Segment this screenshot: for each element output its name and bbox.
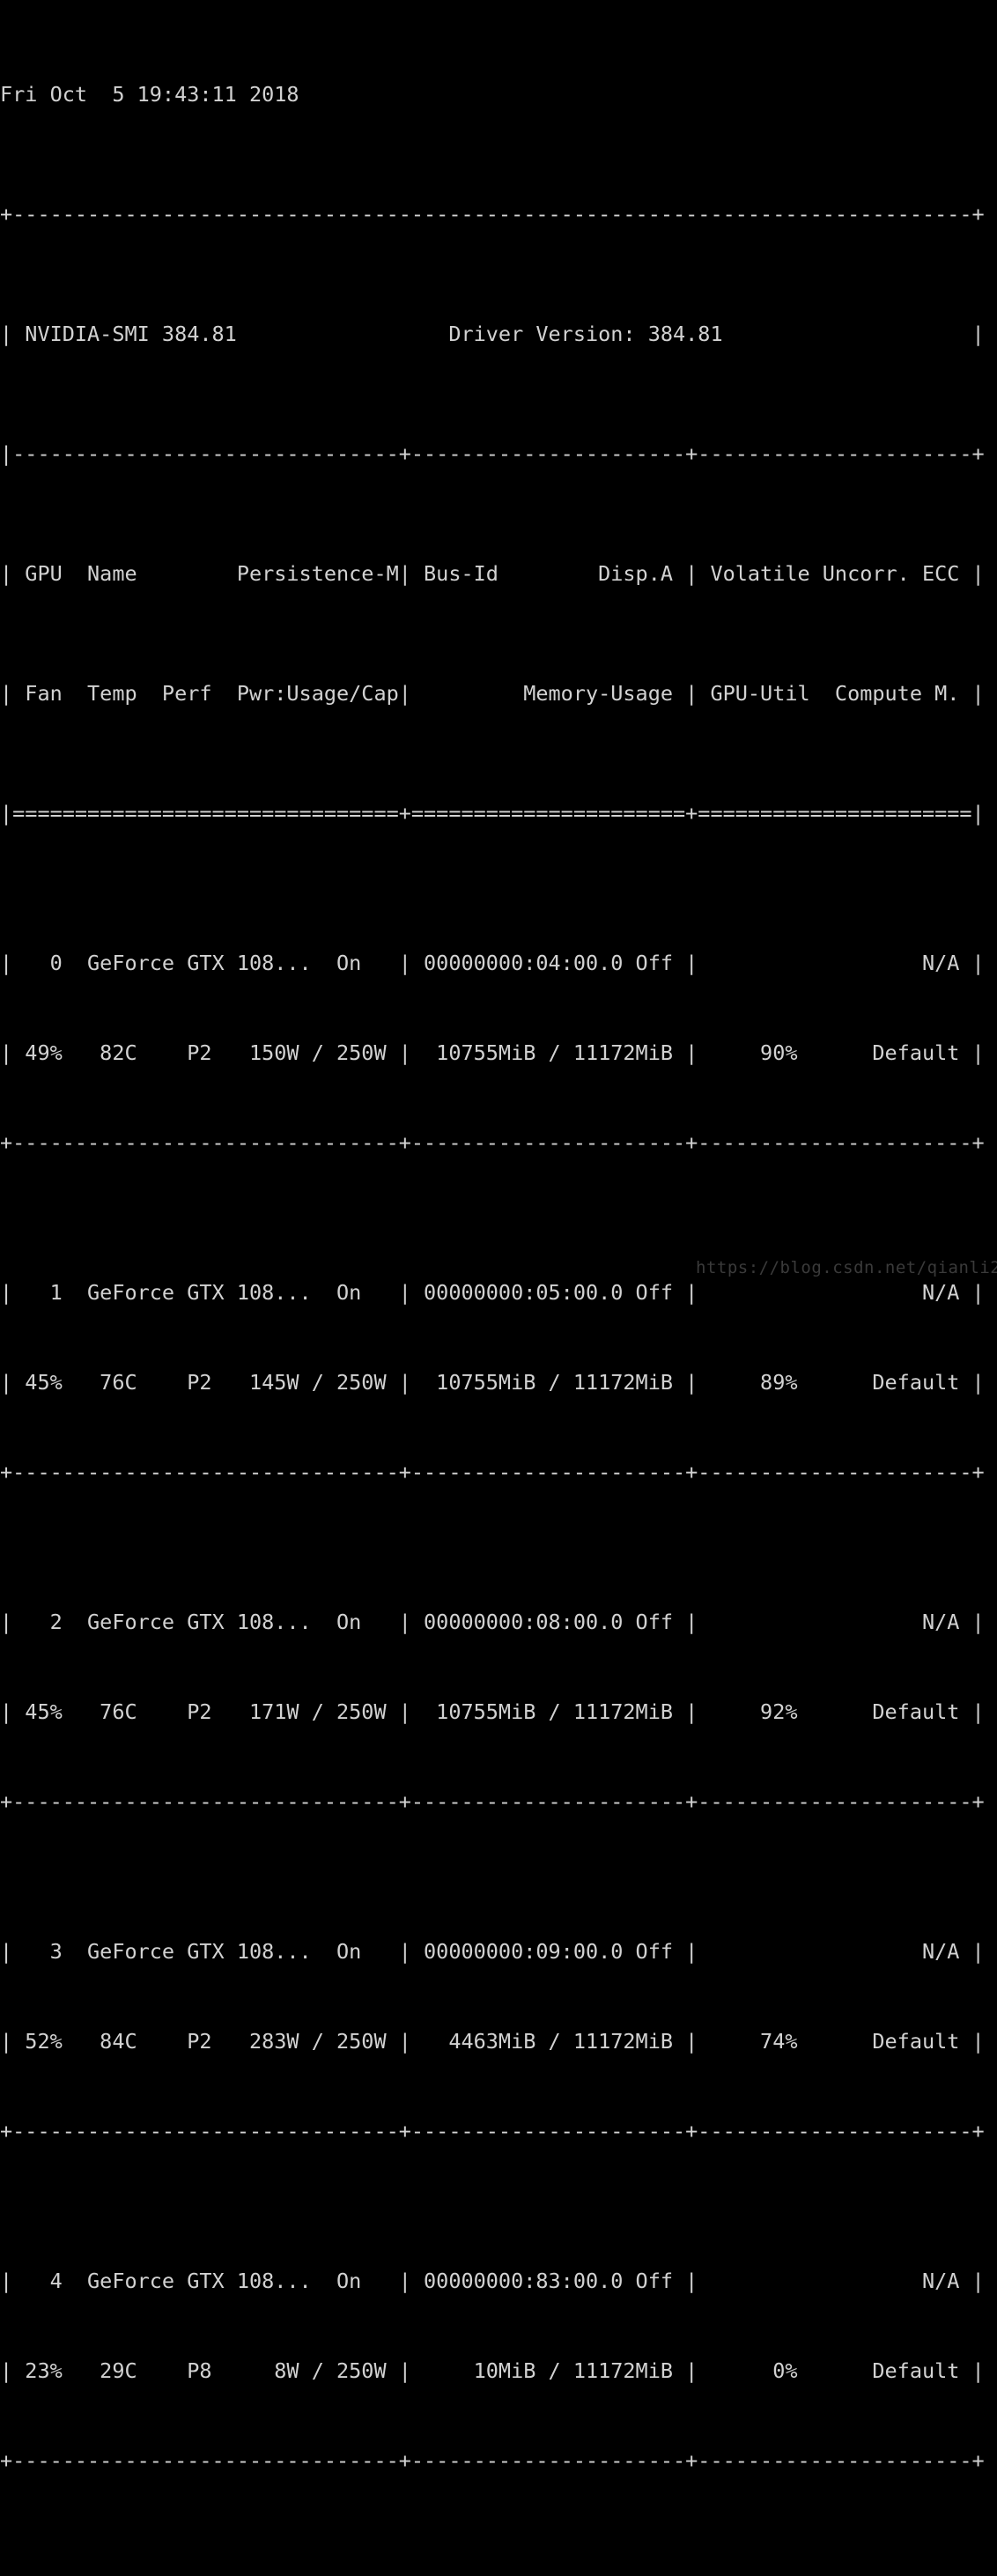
gpu-row-line2: | 23% 29C P8 8W / 250W | 10MiB / 11172Mi…: [0, 2358, 985, 2383]
gpu-row-line1: | 0 GeForce GTX 108... On | 00000000:04:…: [0, 951, 985, 975]
gpu-row-line2: | 45% 76C P2 171W / 250W | 10755MiB / 11…: [0, 1699, 985, 1724]
gpu-row-line1: | 3 GeForce GTX 108... On | 00000000:09:…: [0, 1939, 985, 1964]
terminal-window: Fri Oct 5 19:43:11 2018 +---------------…: [0, 0, 997, 2473]
column-header-row-2: | Fan Temp Perf Pwr:Usage/Cap| Memory-Us…: [0, 681, 985, 706]
gpu-row-divider: +-------------------------------+-------…: [0, 1130, 985, 1155]
table-top-border: +---------------------------------------…: [0, 202, 985, 226]
gpu-row-line2: | 52% 84C P2 283W / 250W | 4463MiB / 111…: [0, 2029, 985, 2054]
smi-version-line: | NVIDIA-SMI 384.81 Driver Version: 384.…: [0, 322, 985, 346]
gpu-row-divider: +-------------------------------+-------…: [0, 2448, 985, 2473]
gpu-row-line1: | 4 GeForce GTX 108... On | 00000000:83:…: [0, 2269, 985, 2293]
gpu-row-line2: | 45% 76C P2 145W / 250W | 10755MiB / 11…: [0, 1370, 985, 1395]
gpu-row-line2: | 49% 82C P2 150W / 250W | 10755MiB / 11…: [0, 1040, 985, 1065]
timestamp-line: Fri Oct 5 19:43:11 2018: [0, 82, 299, 107]
gpu-row-divider: +-------------------------------+-------…: [0, 1789, 985, 1814]
column-header-row-1: | GPU Name Persistence-M| Bus-Id Disp.A …: [0, 561, 985, 586]
gpu-row-line1: | 2 GeForce GTX 108... On | 00000000:08:…: [0, 1610, 985, 1634]
gpu-row-divider: +-------------------------------+-------…: [0, 2119, 985, 2143]
gpu-row-divider: +-------------------------------+-------…: [0, 1460, 985, 1484]
watermark-text: https://blog.csdn.net/qianli22221: [696, 1258, 997, 1277]
header-heavy-divider: |===============================+=======…: [0, 801, 985, 825]
header-divider: |-------------------------------+-------…: [0, 441, 985, 466]
gpu-row-line1: | 1 GeForce GTX 108... On | 00000000:05:…: [0, 1280, 985, 1305]
